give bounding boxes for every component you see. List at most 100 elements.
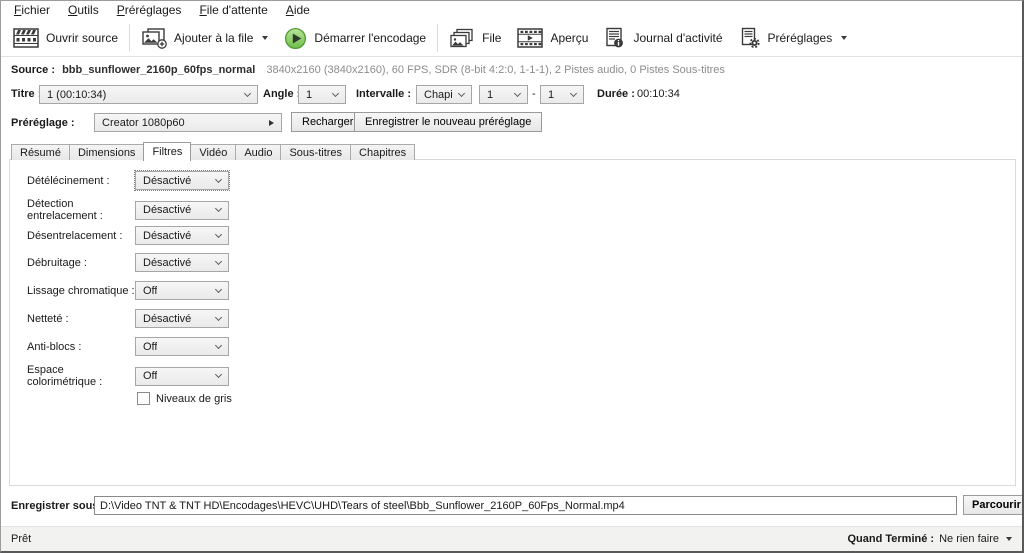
sharpen-value: Désactivé <box>143 313 191 325</box>
open-source-label: Ouvrir source <box>46 31 118 45</box>
save-destination-row: Enregistrer sous : Parcourir <box>1 495 1022 516</box>
tab-resume[interactable]: Résumé <box>11 144 70 160</box>
deinterlace-select[interactable]: Désactivé <box>135 226 229 245</box>
tab-audio[interactable]: Audio <box>235 144 281 160</box>
chevron-down-icon <box>215 285 222 292</box>
filter-label: Détélécinement : <box>27 175 135 187</box>
filter-row-interlace-detection: Détection entrelacement : Désactivé <box>27 198 229 222</box>
menu-outils[interactable]: Outils <box>59 1 108 20</box>
filter-row-deblock: Anti-blocs : Off <box>27 337 229 356</box>
filter-row-detelecine: Détélécinement : Désactivé <box>27 171 229 190</box>
range-end-value: 1 <box>548 89 554 101</box>
detelecine-select[interactable]: Désactivé <box>135 171 229 190</box>
tab-sous-titres[interactable]: Sous-titres <box>280 144 351 160</box>
presets-button[interactable]: Préréglages <box>731 22 856 54</box>
chevron-right-icon <box>269 120 274 126</box>
deblock-value: Off <box>143 341 157 353</box>
photo-stack-icon <box>449 28 475 49</box>
chevron-down-icon <box>570 89 577 96</box>
save-new-preset-button[interactable]: Enregistrer le nouveau préréglage <box>354 112 542 132</box>
angle-select[interactable]: 1 <box>298 85 346 104</box>
filter-label: Espace colorimétrique : <box>27 364 135 388</box>
browse-button[interactable]: Parcourir <box>963 495 1024 515</box>
filter-row-sharpen: Netteté : Désactivé <box>27 309 229 328</box>
chevron-down-icon[interactable] <box>841 36 847 40</box>
status-bar: Prêt Quand Terminé : Ne rien faire <box>1 526 1022 551</box>
source-row: Source : bbb_sunflower_2160p_60fps_norma… <box>11 64 725 76</box>
preset-select[interactable]: Creator 1080p60 <box>94 113 282 132</box>
colorspace-value: Off <box>143 370 157 382</box>
tab-dimensions[interactable]: Dimensions <box>69 144 144 160</box>
play-icon <box>284 27 307 50</box>
range-type-value: Chapitres <box>424 89 453 101</box>
menu-fichier[interactable]: Fichier <box>5 1 59 20</box>
filter-row-colorspace: Espace colorimétrique : Off <box>27 364 229 388</box>
open-source-button[interactable]: Ouvrir source <box>5 22 126 54</box>
queue-button[interactable]: File <box>441 22 509 54</box>
duration-label: Durée : <box>597 88 635 100</box>
colorspace-select[interactable]: Off <box>135 367 229 386</box>
title-select-value: 1 (00:10:34) <box>47 89 106 101</box>
chroma-smooth-value: Off <box>143 285 157 297</box>
filter-label: Anti-blocs : <box>27 341 135 353</box>
preset-label: Préréglage : <box>11 117 75 129</box>
deblock-select[interactable]: Off <box>135 337 229 356</box>
chroma-smooth-select[interactable]: Off <box>135 281 229 300</box>
menu-label: ichier <box>21 3 50 17</box>
menu-aide[interactable]: Aide <box>277 1 319 20</box>
denoise-select[interactable]: Désactivé <box>135 253 229 272</box>
chevron-down-icon[interactable] <box>262 36 268 40</box>
add-picture-icon <box>141 27 167 49</box>
source-label: Source : <box>11 64 55 76</box>
sharpen-select[interactable]: Désactivé <box>135 309 229 328</box>
title-select[interactable]: 1 (00:10:34) <box>39 85 258 104</box>
presets-label: Préréglages <box>768 31 833 45</box>
menu-label: ile d'attente <box>207 3 268 17</box>
tab-video[interactable]: Vidéo <box>190 144 236 160</box>
status-ready: Prêt <box>11 533 31 545</box>
chevron-down-icon <box>215 205 222 212</box>
start-encode-button[interactable]: Démarrer l'encodage <box>276 22 434 54</box>
chevron-down-icon <box>332 89 339 96</box>
range-type-select[interactable]: Chapitres <box>416 85 472 104</box>
activity-log-label: Journal d'activité <box>633 31 722 45</box>
range-start-select[interactable]: 1 <box>479 85 528 104</box>
clapperboard-icon <box>13 28 39 48</box>
menu-file-attente[interactable]: File d'attente <box>190 1 276 20</box>
tab-filtres[interactable]: Filtres <box>143 142 191 161</box>
chevron-down-icon <box>514 89 521 96</box>
preview-button[interactable]: Aperçu <box>509 22 596 54</box>
filter-row-deinterlace: Désentrelacement : Désactivé <box>27 226 229 245</box>
chevron-down-icon <box>215 313 222 320</box>
grayscale-checkbox[interactable] <box>137 392 150 405</box>
queue-label: File <box>482 31 501 45</box>
toolbar-separator <box>437 24 438 52</box>
chevron-down-icon <box>215 371 222 378</box>
add-to-queue-button[interactable]: Ajouter à la file <box>133 22 276 54</box>
destination-path-input[interactable] <box>94 496 957 515</box>
filter-label: Lissage chromatique : <box>27 285 135 297</box>
filter-label: Désentrelacement : <box>27 230 135 242</box>
menu-label: P <box>117 3 125 17</box>
menu-label: ide <box>294 3 310 17</box>
interlace-detection-select[interactable]: Désactivé <box>135 201 229 220</box>
menu-prereglages[interactable]: Préréglages <box>108 1 191 20</box>
menu-label: A <box>286 3 294 17</box>
range-end-select[interactable]: 1 <box>540 85 584 104</box>
activity-log-button[interactable]: Journal d'activité <box>596 22 730 54</box>
filter-row-chroma-smooth: Lissage chromatique : Off <box>27 281 229 300</box>
range-start-value: 1 <box>487 89 493 101</box>
source-details: 3840x2160 (3840x2160), 60 FPS, SDR (8-bi… <box>266 64 725 76</box>
menu-label: F <box>199 3 206 17</box>
activity-log-icon <box>604 27 626 49</box>
filter-label: Débruitage : <box>27 257 135 269</box>
range-separator: - <box>532 88 536 100</box>
filter-label: Détection entrelacement : <box>27 198 135 222</box>
when-done-control[interactable]: Quand Terminé : Ne rien faire <box>847 533 1012 545</box>
detelecine-value: Désactivé <box>143 175 191 187</box>
title-label: Titre : <box>11 88 41 100</box>
chevron-down-icon <box>215 230 222 237</box>
deinterlace-value: Désactivé <box>143 230 191 242</box>
filter-row-denoise: Débruitage : Désactivé <box>27 253 229 272</box>
tab-chapitres[interactable]: Chapitres <box>350 144 415 160</box>
